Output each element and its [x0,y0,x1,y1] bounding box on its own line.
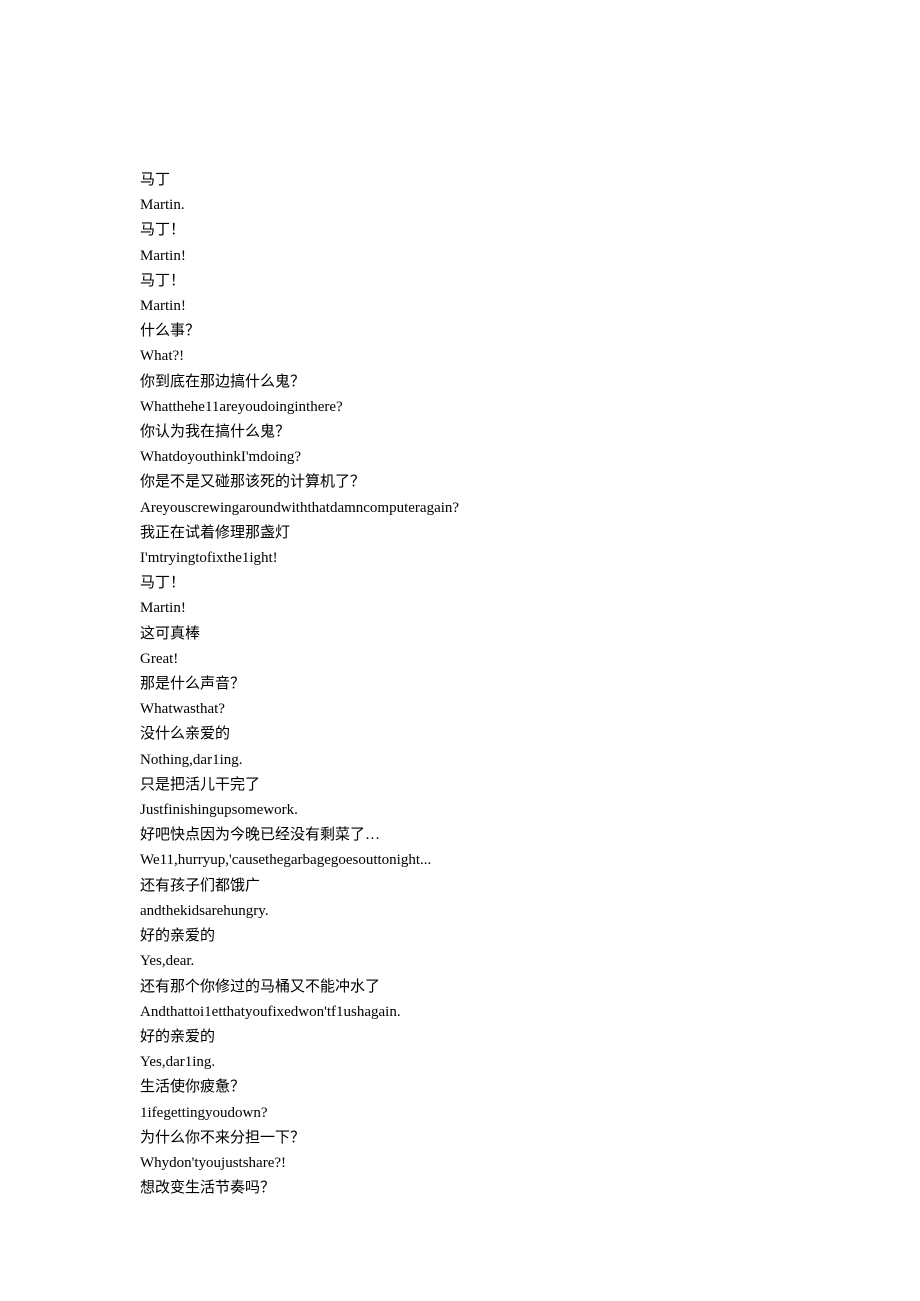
subtitle-line: 那是什么声音？ [140,672,780,697]
subtitle-line: 生活使你疲惫？ [140,1075,780,1100]
subtitle-line: Martin! [140,294,780,319]
subtitle-line: 你认为我在搞什么鬼？ [140,420,780,445]
subtitle-line: 马丁！ [140,571,780,596]
subtitle-line: Whydon'tyoujustshare?! [140,1151,780,1176]
subtitle-line: 1ifegettingyoudown? [140,1101,780,1126]
subtitle-line: 什么事？ [140,319,780,344]
subtitle-line: 好吧快点因为今晚已经没有剩菜了… [140,823,780,848]
subtitle-line: 你到底在那边搞什么鬼？ [140,370,780,395]
document-page: 马丁 Martin. 马丁！ Martin! 马丁！ Martin! 什么事？ … [0,0,920,1301]
subtitle-line: 好的亲爱的 [140,1025,780,1050]
subtitle-line: 你是不是又碰那该死的计算机了？ [140,470,780,495]
subtitle-line: Great! [140,647,780,672]
subtitle-line: andthekidsarehungry. [140,899,780,924]
subtitle-line: Yes,dar1ing. [140,1050,780,1075]
subtitle-line: 只是把活儿干完了 [140,773,780,798]
subtitle-line: Justfinishingupsomework. [140,798,780,823]
subtitle-line: Martin! [140,596,780,621]
subtitle-line: Andthattoi1etthatyoufixedwon'tf1ushagain… [140,1000,780,1025]
subtitle-line: Areyouscrewingaroundwiththatdamncomputer… [140,496,780,521]
subtitle-line: Martin. [140,193,780,218]
subtitle-line: 还有那个你修过的马桶又不能冲水了 [140,975,780,1000]
subtitle-line: We11,hurryup,'causethegarbagegoesouttoni… [140,848,780,873]
subtitle-line: 马丁！ [140,218,780,243]
subtitle-line: I'mtryingtofixthe1ight! [140,546,780,571]
subtitle-line: Whatthehe11areyoudoinginthere? [140,395,780,420]
subtitle-line: 这可真棒 [140,622,780,647]
subtitle-line: WhatdoyouthinkI'mdoing? [140,445,780,470]
subtitle-line: Nothing,dar1ing. [140,748,780,773]
subtitle-line: 马丁！ [140,269,780,294]
subtitle-line: 想改变生活节奏吗？ [140,1176,780,1201]
subtitle-line: 没什么亲爱的 [140,722,780,747]
subtitle-line: Whatwasthat? [140,697,780,722]
subtitle-line: 还有孩子们都饿广 [140,874,780,899]
subtitle-line: 好的亲爱的 [140,924,780,949]
subtitle-line: 我正在试着修理那盏灯 [140,521,780,546]
subtitle-line: Yes,dear. [140,949,780,974]
subtitle-line: 为什么你不来分担一下？ [140,1126,780,1151]
subtitle-line: What?! [140,344,780,369]
subtitle-line: Martin! [140,244,780,269]
subtitle-line: 马丁 [140,168,780,193]
